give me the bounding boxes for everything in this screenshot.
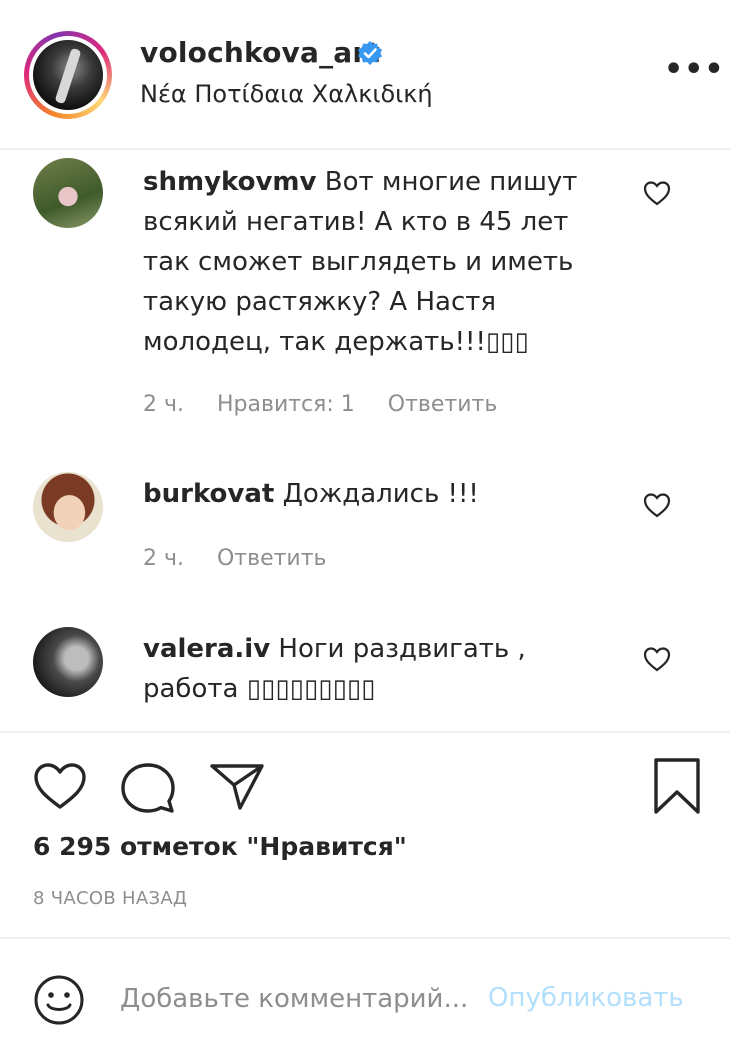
commenter-avatar[interactable] xyxy=(33,158,103,228)
comment-input[interactable] xyxy=(120,977,480,1021)
post-location[interactable]: Νέα Ποτίδαια Χαλκιδική xyxy=(140,80,433,108)
more-options-button[interactable]: ••• xyxy=(664,55,725,85)
comment-meta: 2 ч. Нравится: 1 Ответить xyxy=(143,392,523,417)
commenter-avatar[interactable] xyxy=(33,627,103,697)
comment-username[interactable]: burkovat xyxy=(143,479,274,509)
paper-plane-icon[interactable] xyxy=(209,761,265,811)
bookmark-icon[interactable] xyxy=(652,757,702,815)
commenter-avatar[interactable] xyxy=(33,472,103,542)
reply-button[interactable]: Ответить xyxy=(217,546,327,571)
post-timestamp: 8 ЧАСОВ НАЗАД xyxy=(33,888,188,909)
heart-icon[interactable] xyxy=(33,761,87,811)
like-comment-heart-icon[interactable] xyxy=(643,646,671,672)
add-comment-bar: Опубликовать xyxy=(0,937,730,1053)
likes-count[interactable]: 6 295 отметок "Нравится" xyxy=(33,832,407,861)
emoji-icon[interactable] xyxy=(33,974,85,1026)
post-actions-bar xyxy=(0,731,730,814)
like-comment-heart-icon[interactable] xyxy=(643,180,671,206)
comment-bubble-icon[interactable] xyxy=(120,761,176,815)
publish-button[interactable]: Опубликовать xyxy=(488,983,684,1013)
comment-text: burkovat Дождались !!! xyxy=(143,474,583,514)
author-avatar-image xyxy=(33,40,103,110)
reply-button[interactable]: Ответить xyxy=(388,392,498,417)
comment-text: valera.iv Ноги раздвигать , работа ▯▯▯▯▯… xyxy=(143,629,583,709)
comment-body: Дождались !!! xyxy=(282,479,479,509)
verified-badge-icon xyxy=(358,41,382,65)
like-comment-heart-icon[interactable] xyxy=(643,492,671,518)
comment-meta: 2 ч. Ответить xyxy=(143,546,353,571)
comment-time: 2 ч. xyxy=(143,392,184,417)
author-avatar[interactable] xyxy=(24,31,112,119)
comment-text: shmykovmv Вот многие пишут всякий негати… xyxy=(143,162,583,362)
comment-username[interactable]: shmykovmv xyxy=(143,167,316,197)
comment-time: 2 ч. xyxy=(143,546,184,571)
author-username[interactable]: volochkova_art xyxy=(140,36,380,69)
post-header: volochkova_art Νέα Ποτίδαια Χαλκιδική ••… xyxy=(0,0,730,150)
comment-likes-count[interactable]: Нравится: 1 xyxy=(217,392,355,417)
comment-username[interactable]: valera.iv xyxy=(143,634,270,664)
